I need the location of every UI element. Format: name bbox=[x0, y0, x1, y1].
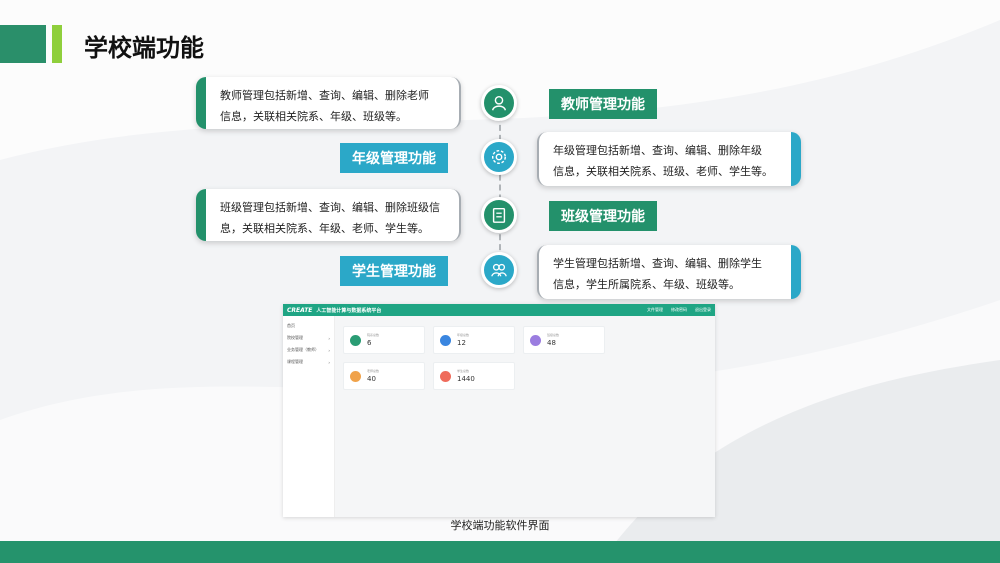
student-node bbox=[481, 252, 517, 288]
chevron-icon: › bbox=[328, 359, 330, 365]
slide-title: 学校端功能 bbox=[84, 34, 204, 62]
grade-desc-line1: 年级管理包括新增、查询、编辑、删除年级 bbox=[553, 144, 762, 157]
teacher-label: 教师管理功能 bbox=[549, 89, 657, 119]
teacher-desc-line1: 教师管理包括新增、查询、编辑、删除老师 bbox=[220, 89, 429, 102]
sidebar-item-home[interactable]: 首页 bbox=[283, 320, 334, 332]
grade-desc-line2: 信息，关联相关院系、班级、老师、学生等。 bbox=[553, 165, 773, 178]
sidebar-item-school[interactable]: 院校管理 › bbox=[283, 332, 334, 344]
teacher-node bbox=[481, 85, 517, 121]
stat-card-classes[interactable]: 班级总数 48 bbox=[523, 326, 605, 354]
class-desc-box: 班级管理包括新增、查询、编辑、删除班级信 息，关联相关院系、年级、老师、学生等。 bbox=[196, 189, 461, 241]
gear-icon bbox=[491, 149, 507, 165]
title-accent-dark bbox=[0, 25, 46, 63]
app-header-actions: 文件管理 修改密码 退出登录 bbox=[647, 307, 711, 313]
app-sidebar: 首页 院校管理 › 业务管理（教师） › 课程管理 › bbox=[283, 316, 335, 517]
grade-node bbox=[481, 139, 517, 175]
bottom-bar bbox=[0, 541, 1000, 563]
students-icon bbox=[491, 263, 507, 277]
stat-card-students[interactable]: 学生总数 1440 bbox=[433, 362, 515, 390]
teacher-icon bbox=[491, 95, 507, 111]
grade-stat-icon bbox=[440, 334, 451, 346]
chevron-icon: › bbox=[328, 347, 330, 353]
logout-link[interactable]: 退出登录 bbox=[695, 307, 711, 313]
app-logo: CREATE bbox=[287, 306, 313, 314]
teacher-desc-box: 教师管理包括新增、查询、编辑、删除老师 信息，关联相关院系、年级、班级等。 bbox=[196, 77, 461, 129]
stat-value: 1440 bbox=[457, 375, 475, 383]
stat-value: 48 bbox=[547, 339, 556, 347]
stat-card-departments[interactable]: 院系总数 6 bbox=[343, 326, 425, 354]
class-stat-icon bbox=[530, 334, 541, 346]
stat-value: 12 bbox=[457, 339, 466, 347]
app-header: CREATE 人工智能计算与数据系统平台 文件管理 修改密码 退出登录 bbox=[283, 304, 715, 316]
change-password-link[interactable]: 修改密码 bbox=[671, 307, 687, 313]
class-desc-line2: 息，关联相关院系、年级、老师、学生等。 bbox=[220, 222, 429, 235]
class-label: 班级管理功能 bbox=[549, 201, 657, 231]
chevron-icon: › bbox=[328, 335, 330, 341]
sidebar-item-business[interactable]: 业务管理（教师） › bbox=[283, 344, 334, 356]
sidebar-item-course[interactable]: 课程管理 › bbox=[283, 356, 334, 368]
clipboard-icon bbox=[492, 207, 506, 223]
title-accent-light bbox=[52, 25, 62, 63]
teacher-stat-icon bbox=[350, 370, 361, 382]
stat-card-teachers[interactable]: 老师总数 40 bbox=[343, 362, 425, 390]
app-title: 人工智能计算与数据系统平台 bbox=[316, 307, 382, 314]
stat-card-grades[interactable]: 年级总数 12 bbox=[433, 326, 515, 354]
teacher-desc-line2: 信息，关联相关院系、年级、班级等。 bbox=[220, 110, 407, 123]
stat-value: 6 bbox=[367, 339, 372, 347]
grade-label: 年级管理功能 bbox=[340, 143, 448, 173]
student-label: 学生管理功能 bbox=[340, 256, 448, 286]
department-icon bbox=[350, 334, 361, 346]
screenshot-caption: 学校端功能软件界面 bbox=[450, 519, 550, 532]
class-desc-line1: 班级管理包括新增、查询、编辑、删除班级信 bbox=[220, 201, 440, 214]
stat-grid: 院系总数 6 年级总数 12 班级总数 48 老师总数 40 学生总数 1440 bbox=[343, 326, 707, 390]
app-screenshot: CREATE 人工智能计算与数据系统平台 文件管理 修改密码 退出登录 首页 院… bbox=[283, 304, 715, 517]
timeline-line bbox=[499, 105, 501, 270]
grade-desc-box: 年级管理包括新增、查询、编辑、删除年级 信息，关联相关院系、班级、老师、学生等。 bbox=[537, 132, 801, 186]
app-main: 院系总数 6 年级总数 12 班级总数 48 老师总数 40 学生总数 1440 bbox=[335, 316, 715, 517]
student-desc-line2: 信息，学生所属院系、年级、班级等。 bbox=[553, 278, 740, 291]
student-desc-line1: 学生管理包括新增、查询、编辑、删除学生 bbox=[553, 257, 762, 270]
stat-value: 40 bbox=[367, 375, 376, 383]
student-desc-box: 学生管理包括新增、查询、编辑、删除学生 信息，学生所属院系、年级、班级等。 bbox=[537, 245, 801, 299]
file-manage-link[interactable]: 文件管理 bbox=[647, 307, 663, 313]
student-stat-icon bbox=[440, 370, 451, 382]
class-node bbox=[481, 197, 517, 233]
